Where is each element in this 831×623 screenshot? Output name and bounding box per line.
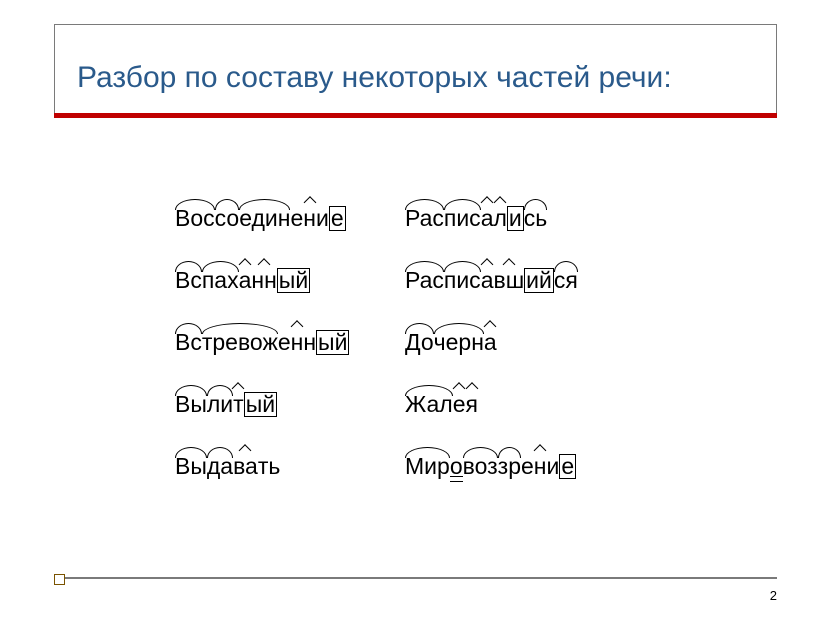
word-analysis-table: ВоссоединениеРасписалисьВспаханныйРаспис… [175, 205, 665, 515]
morpheme-segment: зр [498, 453, 521, 480]
page-number: 2 [770, 588, 777, 603]
morpheme-segment: и [507, 206, 524, 231]
accent-bar [54, 113, 777, 118]
morpheme-segment: До [405, 329, 434, 356]
morpheme-segment: сь [524, 205, 547, 232]
morpheme-segment: а [484, 329, 497, 356]
word-cell: Жалея [405, 391, 635, 418]
word-cell: Встревоженный [175, 329, 405, 356]
table-row: ВоссоединениеРасписались [175, 205, 665, 232]
morpheme-segment: Вы [175, 453, 207, 480]
footer-divider [54, 577, 777, 579]
morpheme-segment: ый [244, 392, 277, 417]
morpheme-segment: ий [524, 268, 554, 293]
morpheme-segment: а [481, 267, 494, 294]
table-row: ВыдаватьМировоззрение [175, 453, 665, 480]
morpheme-segment: Вы [175, 391, 207, 418]
morpheme-segment: ва [233, 453, 258, 480]
word-cell: Выдавать [175, 453, 405, 480]
morpheme-segment: Мир [405, 453, 450, 480]
morpheme-segment: ть [258, 453, 281, 480]
morpheme-segment: ый [277, 268, 310, 293]
morpheme-segment: о [450, 453, 463, 480]
morpheme-segment: Вос [175, 205, 215, 232]
morpheme-segment: вш [493, 267, 524, 294]
morpheme-segment: а [481, 205, 494, 232]
morpheme-segment: я [466, 391, 478, 418]
word-cell: Воссоединение [175, 205, 405, 232]
table-row: ВылитыйЖалея [175, 391, 665, 418]
slide-header: Разбор по составу некоторых частей речи: [54, 24, 777, 118]
word-cell: Мировоззрение [405, 453, 635, 480]
morpheme-segment: Вс [175, 329, 202, 356]
morpheme-segment: а [239, 267, 252, 294]
morpheme-segment: тревож [202, 329, 278, 356]
morpheme-segment: л [493, 205, 506, 232]
morpheme-segment: пах [202, 267, 239, 294]
morpheme-segment: воз [463, 453, 498, 480]
morpheme-segment: е [453, 391, 466, 418]
morpheme-segment: ени [521, 453, 559, 480]
morpheme-segment: ени [290, 205, 328, 232]
word-cell: Расписавшийся [405, 267, 635, 294]
morpheme-segment: ый [316, 330, 349, 355]
word-cell: Вылитый [175, 391, 405, 418]
morpheme-segment: нн [251, 267, 276, 294]
morpheme-segment: е [559, 454, 576, 479]
morpheme-segment: ся [554, 267, 578, 294]
table-row: ВстревоженныйДочерна [175, 329, 665, 356]
slide-title: Разбор по составу некоторых частей речи: [77, 61, 768, 95]
word-cell: Дочерна [405, 329, 635, 356]
morpheme-segment: Рас [405, 205, 444, 232]
title-frame: Разбор по составу некоторых частей речи: [54, 24, 777, 114]
morpheme-segment: т [233, 391, 244, 418]
word-cell: Вспаханный [175, 267, 405, 294]
morpheme-segment: Жал [405, 391, 453, 418]
morpheme-segment: пис [444, 205, 481, 232]
morpheme-segment: е [329, 206, 346, 231]
morpheme-segment: един [239, 205, 290, 232]
morpheme-segment: енн [278, 329, 316, 356]
morpheme-segment: черн [434, 329, 484, 356]
morpheme-segment: со [215, 205, 240, 232]
word-cell: Расписались [405, 205, 635, 232]
morpheme-segment: ли [207, 391, 233, 418]
morpheme-segment: да [207, 453, 233, 480]
morpheme-segment: Рас [405, 267, 444, 294]
table-row: ВспаханныйРасписавшийся [175, 267, 665, 294]
morpheme-segment: Вс [175, 267, 202, 294]
morpheme-segment: пис [444, 267, 481, 294]
footer-bullet-icon [54, 574, 65, 585]
